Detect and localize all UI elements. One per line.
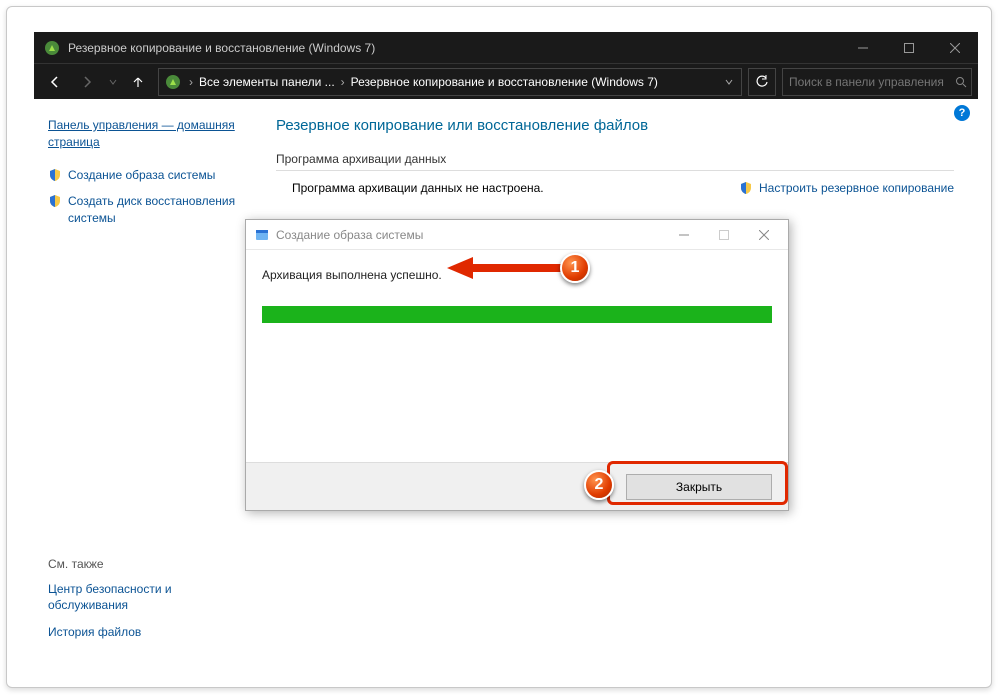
status-text: Программа архивации данных не настроена.	[276, 181, 739, 195]
chevron-right-icon: ›	[339, 75, 347, 89]
see-also-security-link[interactable]: Центр безопасности и обслуживания	[48, 581, 238, 615]
dialog-close-button[interactable]	[744, 222, 784, 248]
titlebar: Резервное копирование и восстановление (…	[34, 32, 978, 63]
see-also-file-history-link[interactable]: История файлов	[48, 624, 238, 641]
dialog-maximize-button	[704, 222, 744, 248]
sidebar: Панель управления — домашняя страница Со…	[34, 99, 252, 669]
dialog-minimize-button[interactable]	[664, 222, 704, 248]
annotation-badge-1: 1	[560, 253, 590, 283]
dialog-footer: Закрыть	[246, 462, 788, 510]
sidebar-link-create-disc-label: Создать диск восстановления системы	[68, 193, 238, 227]
refresh-button[interactable]	[748, 68, 776, 96]
maximize-button[interactable]	[886, 32, 932, 63]
annotation-arrow-1	[447, 257, 565, 279]
status-row: Программа архивации данных не настроена.…	[276, 181, 954, 195]
sidebar-item-create-disc[interactable]: Создать диск восстановления системы	[48, 193, 238, 227]
search-icon[interactable]	[950, 76, 971, 88]
close-dialog-button[interactable]: Закрыть	[626, 474, 772, 500]
window-controls	[840, 32, 978, 63]
search-box[interactable]	[782, 68, 972, 96]
breadcrumb-dropdown[interactable]	[717, 78, 741, 86]
divider	[276, 170, 954, 171]
see-also-section: См. также Центр безопасности и обслужива…	[48, 557, 238, 651]
navbar: › Все элементы панели ... › Резервное ко…	[34, 63, 978, 99]
see-also-heading: См. также	[48, 557, 238, 571]
address-bar[interactable]: › Все элементы панели ... › Резервное ко…	[158, 68, 742, 96]
back-button[interactable]	[40, 68, 70, 96]
chevron-right-icon: ›	[187, 75, 195, 89]
dialog-title: Создание образа системы	[276, 228, 664, 242]
home-link[interactable]: Панель управления — домашняя страница	[48, 117, 238, 151]
shield-icon	[48, 194, 62, 208]
breadcrumb-icon	[165, 74, 181, 90]
sidebar-item-create-image[interactable]: Создание образа системы	[48, 167, 238, 184]
app-icon	[44, 40, 60, 56]
dialog-titlebar: Создание образа системы	[246, 220, 788, 250]
shield-icon	[739, 181, 753, 195]
dialog-icon	[254, 227, 270, 243]
breadcrumb-seg-1[interactable]: Все элементы панели ...	[195, 75, 339, 89]
history-dropdown[interactable]	[104, 68, 122, 96]
up-button[interactable]	[124, 68, 152, 96]
shield-icon	[48, 168, 62, 182]
minimize-button[interactable]	[840, 32, 886, 63]
forward-button[interactable]	[72, 68, 102, 96]
breadcrumb: › Все элементы панели ... › Резервное ко…	[159, 74, 717, 90]
sidebar-link-create-image-label: Создание образа системы	[68, 167, 215, 184]
dialog-body: Архивация выполнена успешно.	[246, 250, 788, 462]
close-button[interactable]	[932, 32, 978, 63]
configure-backup-link[interactable]: Настроить резервное копирование	[739, 181, 954, 195]
configure-backup-label: Настроить резервное копирование	[759, 181, 954, 195]
breadcrumb-seg-2[interactable]: Резервное копирование и восстановление (…	[347, 75, 662, 89]
progress-bar	[262, 306, 772, 323]
page-heading: Резервное копирование или восстановление…	[276, 117, 954, 134]
annotation-badge-2: 2	[584, 470, 614, 500]
window-title: Резервное копирование и восстановление (…	[68, 41, 840, 55]
section-label: Программа архивации данных	[276, 152, 954, 166]
search-input[interactable]	[783, 75, 950, 89]
dialog-controls	[664, 222, 784, 248]
screenshot-frame: Резервное копирование и восстановление (…	[6, 6, 992, 688]
